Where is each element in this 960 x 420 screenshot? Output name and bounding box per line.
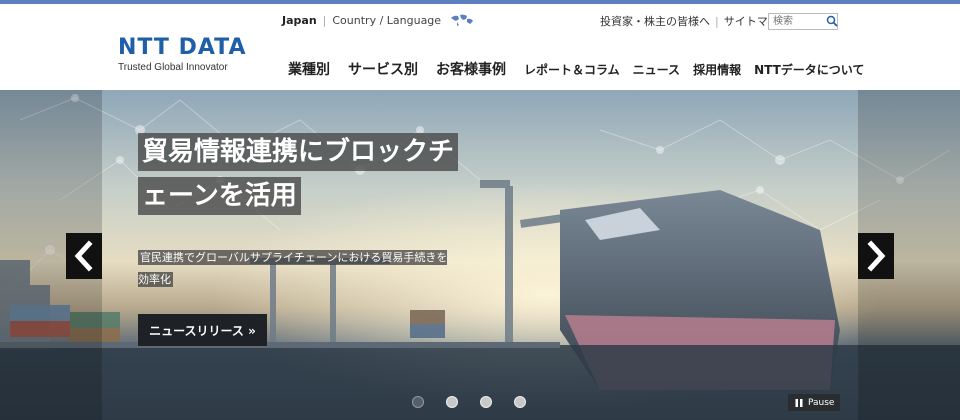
hero-carousel: 貿易情報連携にブロックチ ェーンを活用 官民連携でグローバルサプライチェーンにお… — [0, 90, 960, 420]
nav-news[interactable]: ニュース — [633, 61, 680, 78]
nav-reports[interactable]: レポート＆コラム — [524, 61, 620, 78]
pause-icon — [795, 398, 803, 407]
next-slide-button[interactable] — [858, 233, 894, 279]
slide-indicators — [412, 396, 548, 408]
slide-dot-2[interactable] — [446, 396, 458, 408]
nav-recruit[interactable]: 採用情報 — [693, 61, 741, 78]
pause-button[interactable]: Pause — [788, 394, 840, 411]
current-region[interactable]: Japan — [282, 14, 317, 27]
logo-tagline: Trusted Global Innovator — [118, 62, 228, 73]
site-header: NTT DATA Trusted Global Innovator Japan … — [0, 4, 960, 90]
hero-headline: 貿易情報連携にブロックチ ェーンを活用 — [138, 133, 459, 215]
ntt-data-logo[interactable]: NTT DATA Trusted Global Innovator — [118, 35, 247, 74]
headline-line-2: ェーンを活用 — [138, 177, 301, 215]
slide-dot-1[interactable] — [412, 396, 424, 408]
chevron-left-icon — [74, 240, 93, 272]
investor-link[interactable]: 投資家・株主の皆様へ — [600, 13, 710, 29]
news-release-button[interactable]: ニュースリリース » — [138, 314, 267, 346]
nav-about[interactable]: NTTデータについて — [754, 61, 864, 78]
divider: | — [322, 13, 327, 27]
country-language-link[interactable]: Country / Language — [332, 14, 441, 27]
search-icon[interactable] — [826, 15, 838, 27]
nav-industry[interactable]: 業種別 — [288, 59, 330, 79]
slide-dot-4[interactable] — [514, 396, 526, 408]
nav-service[interactable]: サービス別 — [348, 59, 418, 79]
divider: | — [715, 14, 719, 28]
hero-subtext-label: 官民連携でグローバルサプライチェーンにおける貿易手続きを効率化 — [138, 250, 448, 287]
headline-line-1: 貿易情報連携にブロックチ — [138, 133, 459, 171]
globe-icon[interactable] — [449, 13, 475, 27]
main-nav: 業種別 サービス別 お客様事例 レポート＆コラム ニュース 採用情報 NTTデー… — [288, 59, 877, 79]
nav-case-studies[interactable]: お客様事例 — [436, 59, 506, 79]
prev-slide-button[interactable] — [66, 233, 102, 279]
hero-subtext: 官民連携でグローバルサプライチェーンにおける貿易手続きを効率化 — [138, 246, 458, 290]
utility-links: 投資家・株主の皆様へ | サイトマップ — [600, 13, 790, 29]
logo-wordmark: NTT DATA — [118, 35, 247, 60]
chevron-right-icon — [867, 240, 886, 272]
slide-dot-3[interactable] — [480, 396, 492, 408]
pause-label: Pause — [808, 397, 835, 408]
language-selector: Japan | Country / Language — [282, 13, 475, 27]
